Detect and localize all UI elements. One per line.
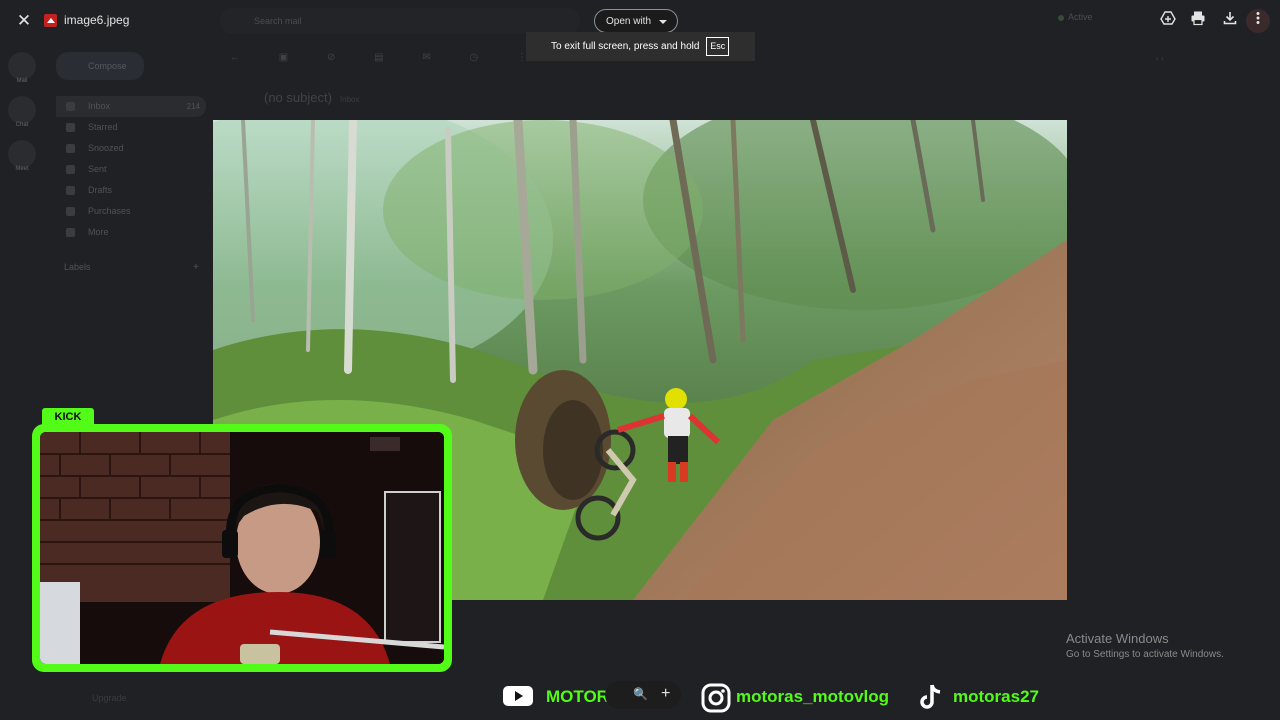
windows-watermark: Activate Windows Go to Settings to activ… [1066, 631, 1224, 660]
social-links-overlay: MOTORAS motoras_motovlog motoras27 [500, 680, 1060, 714]
viewer-actions [1156, 9, 1270, 33]
more-vert-icon[interactable] [1246, 9, 1270, 33]
webcam-feed [40, 432, 444, 664]
esc-key: Esc [706, 37, 730, 56]
tiktok-icon [920, 683, 944, 716]
chat-rail-icon [8, 96, 36, 124]
download-icon[interactable] [1218, 9, 1242, 33]
fullscreen-toast: To exit full screen, press and hold Esc [526, 32, 755, 61]
add-label-icon: + [193, 262, 199, 273]
mail-toolbar-icons: ← ▣ ⊘ ▤ ✉ ◷ ⋮ [230, 52, 546, 63]
zoom-controls: 🔍 + [605, 681, 681, 709]
folder-list: Inbox 214 Starred Snoozed Sent Drafts Pur… [56, 96, 206, 243]
print-icon[interactable] [1186, 9, 1210, 33]
upgrade-link: Upgrade [92, 693, 127, 703]
youtube-icon [502, 683, 534, 714]
rail-label-chat: Chat [15, 122, 29, 128]
zoom-out-icon[interactable]: 🔍 [633, 687, 648, 701]
folder-more: More [56, 222, 206, 243]
folder-purchases: Purchases [56, 201, 206, 222]
tiktok-handle: motoras27 [953, 687, 1039, 706]
email-subject: (no subject) Inbox [264, 90, 360, 105]
folder-sent: Sent [56, 159, 206, 180]
meet-rail-icon [8, 140, 36, 168]
zoom-in-icon[interactable]: + [661, 685, 670, 703]
fullscreen-toast-text: To exit full screen, press and hold [551, 41, 700, 52]
rail-label-meet: Meet [15, 166, 29, 172]
image-file-icon [44, 14, 57, 27]
streamer-webcam [40, 432, 444, 664]
folder-starred: Starred [56, 117, 206, 138]
file-name: image6.jpeg [64, 13, 130, 27]
close-icon[interactable]: ✕ [12, 9, 36, 33]
mail-rail-icon [8, 52, 36, 80]
add-to-drive-icon[interactable] [1156, 9, 1180, 33]
labels-heading: Labels [64, 262, 91, 272]
compose-button: Compose [56, 52, 144, 80]
open-with-label: Open with [606, 16, 652, 27]
activate-windows-title: Activate Windows [1066, 631, 1169, 646]
pager-icons: ‹ › [1156, 54, 1164, 63]
chevron-down-icon [659, 20, 668, 24]
open-with-button[interactable]: Open with [594, 9, 679, 33]
webcam-frame [32, 424, 452, 672]
folder-drafts: Drafts [56, 180, 206, 201]
instagram-icon [701, 683, 731, 718]
instagram-handle: motoras_motovlog [736, 687, 890, 706]
folder-inbox: Inbox 214 [56, 96, 206, 117]
rail-label-mail: Mail [16, 78, 28, 84]
activate-windows-subtitle: Go to Settings to activate Windows. [1066, 649, 1224, 660]
folder-snoozed: Snoozed [56, 138, 206, 159]
